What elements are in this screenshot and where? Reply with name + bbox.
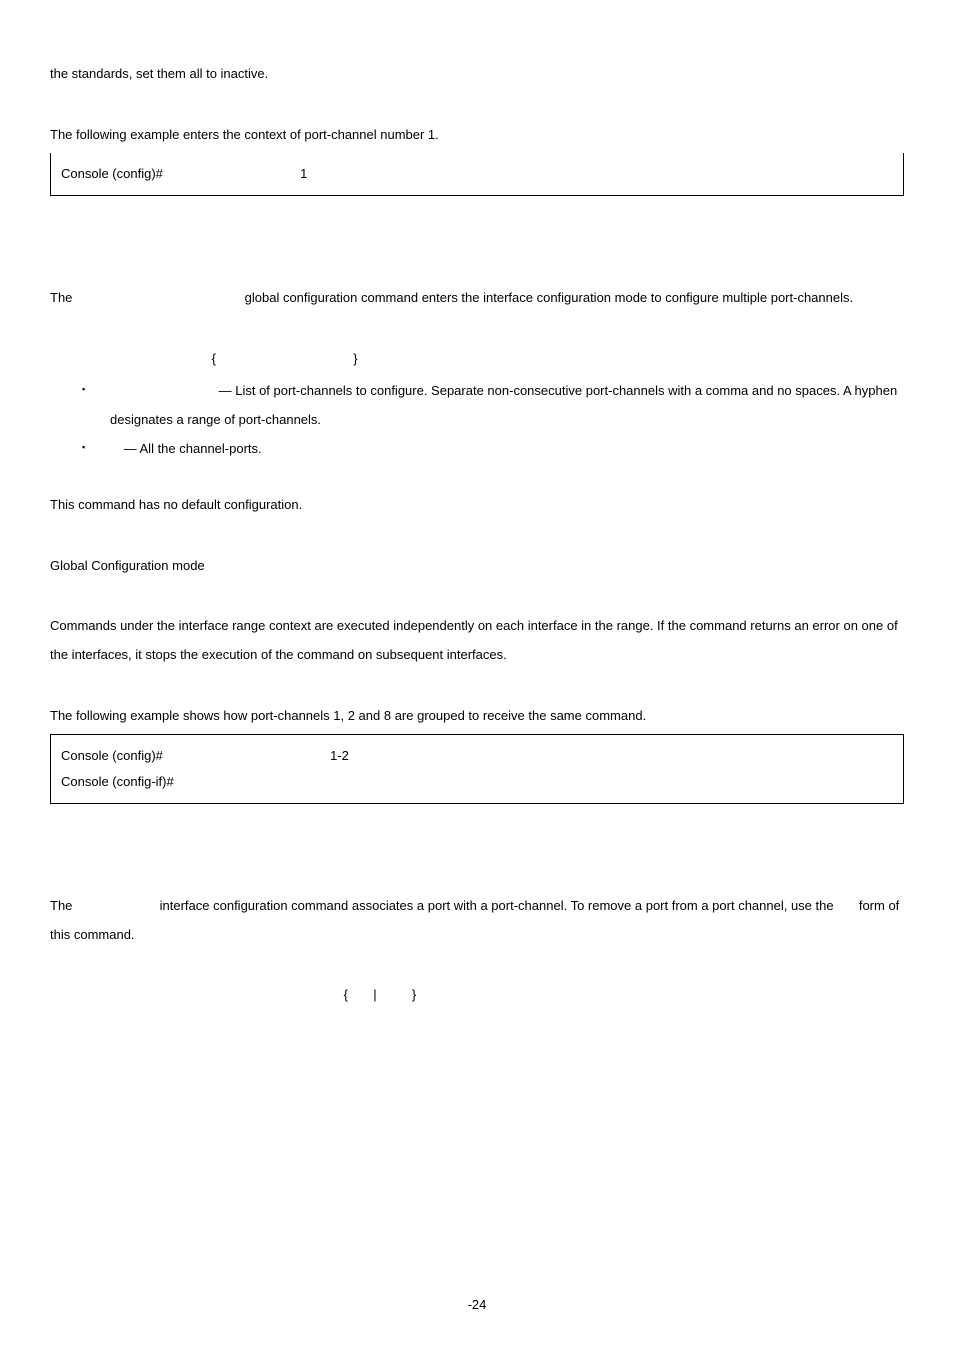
text: — All the channel-ports. — [120, 441, 262, 456]
console-prompt: Console (config)# — [61, 748, 167, 763]
paragraph: the standards, set them all to inactive. — [50, 60, 904, 89]
text: interface configuration command associat… — [160, 898, 838, 913]
list-item: — List of port-channels to configure. Se… — [82, 377, 904, 434]
document-body: the standards, set them all to inactive.… — [50, 60, 904, 1010]
console-prompt: Console (config)# — [61, 166, 167, 181]
paragraph: The global configuration command enters … — [50, 284, 904, 313]
brace-close: } — [412, 987, 416, 1002]
text: The — [50, 290, 76, 305]
brace-close: } — [353, 351, 357, 366]
syntax-line: { | } — [50, 981, 904, 1010]
paragraph: Global Configuration mode — [50, 552, 904, 581]
brace-open: { — [344, 987, 348, 1002]
bullet-list: — List of port-channels to configure. Se… — [50, 377, 904, 463]
code-arg: 1 — [300, 166, 307, 181]
code-block: Console (config)# 1 — [50, 153, 904, 196]
list-item: — All the channel-ports. — [82, 435, 904, 464]
syntax-line: { } — [50, 345, 904, 374]
paragraph: Commands under the interface range conte… — [50, 612, 904, 669]
paragraph: The interface configuration command asso… — [50, 892, 904, 949]
brace-open: { — [212, 351, 216, 366]
paragraph: This command has no default configuratio… — [50, 491, 904, 520]
text: global configuration command enters the … — [245, 290, 853, 305]
paragraph: The following example enters the context… — [50, 121, 904, 150]
pipe: | — [373, 987, 376, 1002]
code-block: Console (config)# 1-2 Console (config-if… — [50, 734, 904, 804]
paragraph: The following example shows how port-cha… — [50, 702, 904, 731]
text: The — [50, 898, 76, 913]
code-arg: 1-2 — [330, 748, 349, 763]
text: — List of port-channels to configure. Se… — [110, 383, 897, 427]
page-number: -24 — [0, 1291, 954, 1320]
console-prompt: Console (config-if)# — [61, 774, 174, 789]
